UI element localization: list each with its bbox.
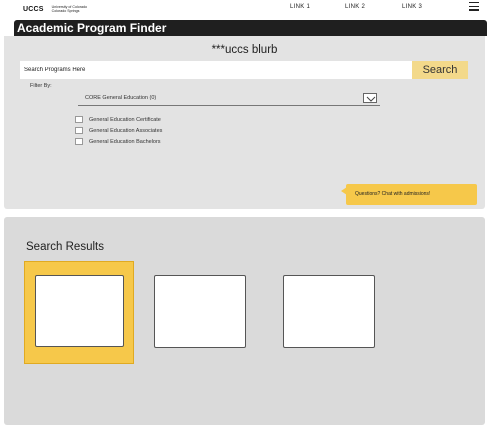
results-panel: Search Results: [4, 217, 485, 425]
chevron-down-icon[interactable]: [363, 93, 377, 103]
filter-dropdown[interactable]: CORE General Education (0): [78, 92, 380, 106]
checkbox-label-associates: General Education Associates: [89, 127, 163, 134]
blurb-text: ***uccs blurb: [211, 44, 278, 56]
nav-link-3[interactable]: LINK 3: [402, 4, 422, 10]
result-card-1[interactable]: [35, 275, 124, 347]
hamburger-menu-icon[interactable]: [469, 2, 479, 11]
filter-label: Filter By:: [30, 83, 52, 89]
nav-link-2[interactable]: LINK 2: [345, 4, 365, 10]
checkbox-associates[interactable]: [75, 127, 83, 134]
result-card-selected-highlight: [24, 261, 134, 364]
checkbox-label-certificate: General Education Certificate: [89, 116, 161, 123]
result-card-2[interactable]: [154, 275, 246, 348]
checkbox-certificate[interactable]: [75, 116, 83, 123]
uccs-logo[interactable]: UCCS University of Colorado Colorado Spr…: [23, 5, 87, 13]
search-input[interactable]: [20, 61, 412, 79]
title-bar: Academic Program Finder: [14, 20, 487, 36]
nav-link-1[interactable]: LINK 1: [290, 4, 310, 10]
dropdown-selected-value: CORE General Education (0): [85, 95, 157, 101]
checkbox-row-associates: General Education Associates: [75, 127, 162, 134]
results-heading: Search Results: [26, 241, 104, 253]
finder-panel: ***uccs blurb Search Filter By: CORE Gen…: [4, 36, 485, 209]
checkbox-label-bachelors: General Education Bachelors: [89, 138, 161, 145]
page-title: Academic Program Finder: [17, 21, 167, 35]
logo-subtitle-line2: Colorado Springs: [51, 9, 80, 13]
chat-button-label: Questions? Chat with admissions!: [355, 191, 431, 197]
checkbox-row-certificate: General Education Certificate: [75, 116, 161, 123]
checkbox-row-bachelors: General Education Bachelors: [75, 138, 161, 145]
result-card-3[interactable]: [283, 275, 375, 348]
chat-with-admissions-button[interactable]: Questions? Chat with admissions!: [341, 184, 477, 205]
app-root: UCCS University of Colorado Colorado Spr…: [0, 0, 487, 425]
search-button[interactable]: Search: [412, 61, 468, 79]
checkbox-bachelors[interactable]: [75, 138, 83, 145]
logo-subtitle: University of Colorado Colorado Springs: [52, 5, 87, 13]
top-nav: UCCS University of Colorado Colorado Spr…: [0, 0, 487, 20]
logo-wordmark: UCCS: [23, 5, 44, 13]
